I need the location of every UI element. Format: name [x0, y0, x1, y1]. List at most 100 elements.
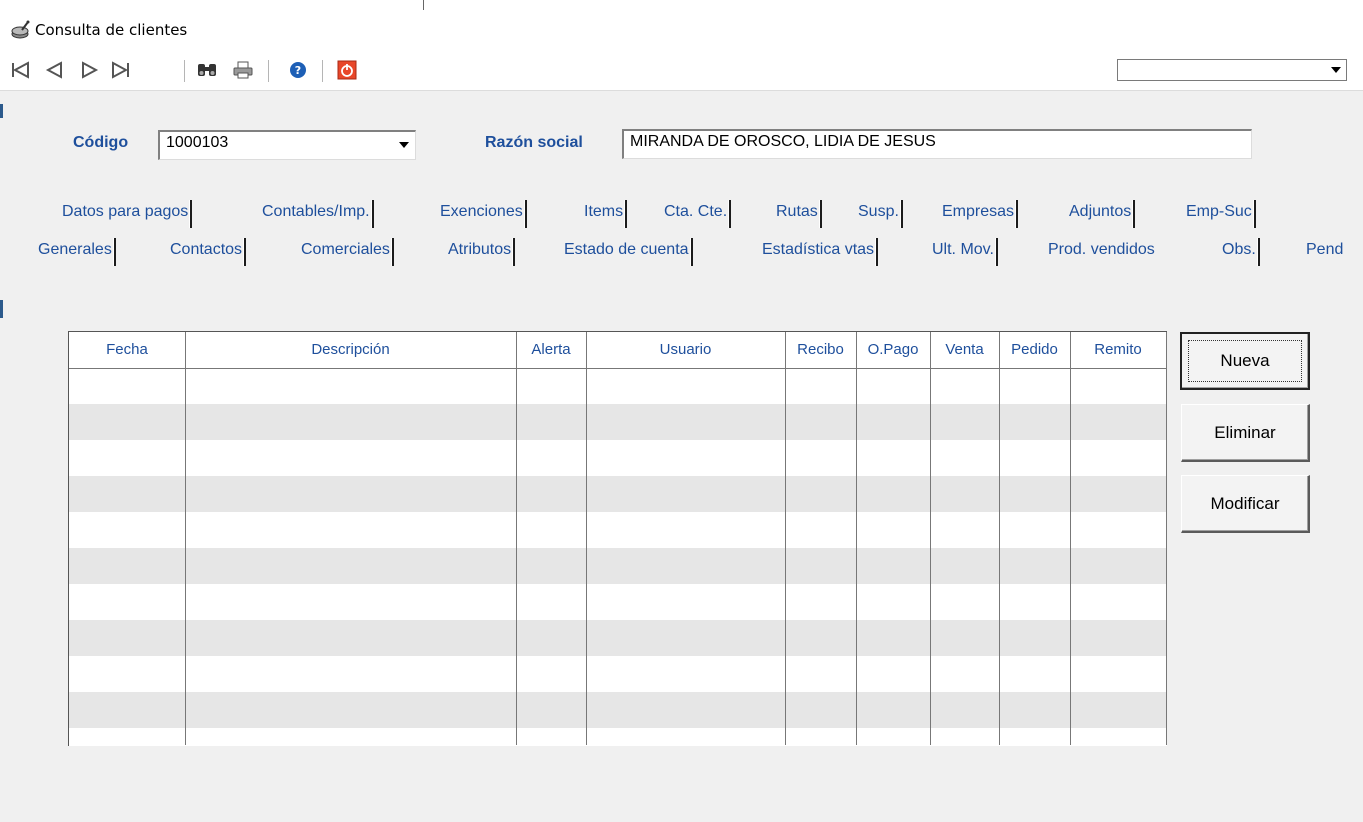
table-row[interactable]	[69, 584, 1167, 620]
column-header-descripcion[interactable]: Descripción	[185, 332, 516, 368]
tab-label: Ult. Mov.	[932, 241, 994, 258]
tab-label: Obs.	[1222, 241, 1256, 258]
tab-susp[interactable]: Susp.	[858, 198, 903, 228]
tab-label: Susp.	[858, 203, 899, 220]
column-divider	[1166, 332, 1167, 745]
tab-comerciales[interactable]: Comerciales	[301, 236, 394, 266]
tab-estadistica-vtas[interactable]: Estadística vtas	[762, 236, 879, 266]
tab-label: Empresas	[942, 203, 1015, 220]
tab-estado-cuenta[interactable]: Estado de cuenta	[564, 236, 693, 266]
exit-power-icon[interactable]	[336, 60, 358, 80]
tab-label: Contables/Imp.	[262, 203, 370, 220]
edge-mark	[0, 104, 3, 118]
tab-pend[interactable]: Pend	[1306, 236, 1343, 266]
tab-label: Exenciones	[440, 203, 523, 220]
divider	[423, 0, 424, 10]
table-row[interactable]	[69, 368, 1167, 404]
tab-contables[interactable]: Contables/Imp.	[262, 198, 374, 228]
observations-grid[interactable]: Fecha Descripción Alerta Usuario Recibo …	[68, 331, 1167, 746]
razon-social-value: MIRANDA DE OROSCO, LIDIA DE JESUS	[630, 133, 936, 150]
modificar-button[interactable]: Modificar	[1181, 475, 1310, 533]
database-icon	[10, 20, 30, 40]
eliminar-button[interactable]: Eliminar	[1181, 404, 1310, 462]
column-divider	[185, 332, 186, 745]
column-header-alerta[interactable]: Alerta	[516, 332, 586, 368]
eliminar-button-label: Eliminar	[1214, 422, 1276, 442]
tab-label: Estado de cuenta	[564, 241, 689, 258]
first-record-icon[interactable]	[10, 60, 32, 80]
tab-rutas[interactable]: Rutas	[776, 198, 822, 228]
tab-label: Atributos	[448, 241, 512, 258]
tab-row-2: Generales Contactos Comerciales Atributo…	[0, 236, 1363, 266]
column-divider	[930, 332, 931, 745]
table-row[interactable]	[69, 548, 1167, 584]
column-header-pedido[interactable]: Pedido	[999, 332, 1070, 368]
column-divider	[785, 332, 786, 745]
tab-emp-suc[interactable]: Emp-Suc	[1186, 198, 1256, 228]
nueva-button-label: Nueva	[1220, 351, 1270, 370]
toolbar-separator	[184, 60, 185, 82]
tab-label: Prod. vendidos	[1048, 241, 1155, 258]
tab-label: Adjuntos	[1069, 203, 1132, 220]
codigo-value: 1000103	[166, 134, 229, 151]
print-icon[interactable]	[232, 60, 254, 80]
column-divider	[1070, 332, 1071, 745]
help-icon[interactable]: ?	[287, 60, 309, 80]
column-divider	[999, 332, 1000, 745]
tab-items[interactable]: Items	[584, 198, 628, 228]
tab-label: Cta. Cte.	[664, 203, 728, 220]
tab-atributos[interactable]: Atributos	[448, 236, 516, 266]
tab-ult-mov[interactable]: Ult. Mov.	[932, 236, 998, 266]
svg-text:?: ?	[295, 64, 301, 77]
binoculars-search-icon[interactable]	[196, 60, 218, 80]
column-divider	[516, 332, 517, 745]
toolbar-combo[interactable]	[1117, 59, 1347, 81]
tab-label: Generales	[38, 241, 112, 258]
tab-adjuntos[interactable]: Adjuntos	[1069, 198, 1136, 228]
tab-label: Estadística vtas	[762, 241, 875, 258]
tab-obs[interactable]: Obs.	[1222, 236, 1260, 266]
codigo-combo[interactable]: 1000103	[158, 130, 416, 160]
tab-label: Contactos	[170, 241, 243, 258]
tab-label: Datos para pagos	[62, 203, 189, 220]
tab-datos-pagos[interactable]: Datos para pagos	[62, 198, 193, 228]
nueva-button[interactable]: Nueva	[1180, 332, 1310, 390]
tab-row-1: Datos para pagos Contables/Imp. Exencion…	[0, 198, 1363, 228]
tab-label: Emp-Suc	[1186, 203, 1252, 220]
next-record-icon[interactable]	[78, 60, 100, 80]
table-row[interactable]	[69, 656, 1167, 692]
column-divider	[856, 332, 857, 745]
tab-cta-cte[interactable]: Cta. Cte.	[664, 198, 732, 228]
column-header-opago[interactable]: O.Pago	[856, 332, 930, 368]
tab-exenciones[interactable]: Exenciones	[440, 198, 527, 228]
tab-generales[interactable]: Generales	[38, 236, 116, 266]
chevron-down-icon[interactable]	[1326, 60, 1346, 80]
tab-label: Comerciales	[301, 241, 390, 258]
modificar-button-label: Modificar	[1210, 493, 1280, 513]
toolbar-separator	[268, 60, 269, 82]
column-header-fecha[interactable]: Fecha	[69, 332, 185, 368]
table-row[interactable]	[69, 476, 1167, 512]
previous-record-icon[interactable]	[44, 60, 66, 80]
toolbar: ?	[0, 46, 1363, 91]
table-row[interactable]	[69, 692, 1167, 728]
table-row[interactable]	[69, 620, 1167, 656]
column-header-venta[interactable]: Venta	[930, 332, 999, 368]
table-row[interactable]	[69, 440, 1167, 476]
tab-label: Items	[584, 203, 624, 220]
tab-empresas[interactable]: Empresas	[942, 198, 1019, 228]
razon-social-label: Razón social	[485, 134, 583, 151]
top-strip	[0, 0, 1363, 12]
tab-contactos[interactable]: Contactos	[170, 236, 247, 266]
column-header-usuario[interactable]: Usuario	[586, 332, 785, 368]
client-query-window: Consulta de clientes ? Código 1000103 Ra…	[0, 0, 1363, 822]
column-header-remito[interactable]: Remito	[1070, 332, 1166, 368]
table-row[interactable]	[69, 404, 1167, 440]
tab-prod-vendidos[interactable]: Prod. vendidos	[1048, 236, 1155, 266]
column-header-recibo[interactable]: Recibo	[785, 332, 856, 368]
edge-mark	[0, 300, 3, 318]
table-row[interactable]	[69, 512, 1167, 548]
razon-social-field[interactable]: MIRANDA DE OROSCO, LIDIA DE JESUS	[622, 129, 1252, 159]
last-record-icon[interactable]	[110, 60, 132, 80]
chevron-down-icon[interactable]	[393, 132, 415, 158]
